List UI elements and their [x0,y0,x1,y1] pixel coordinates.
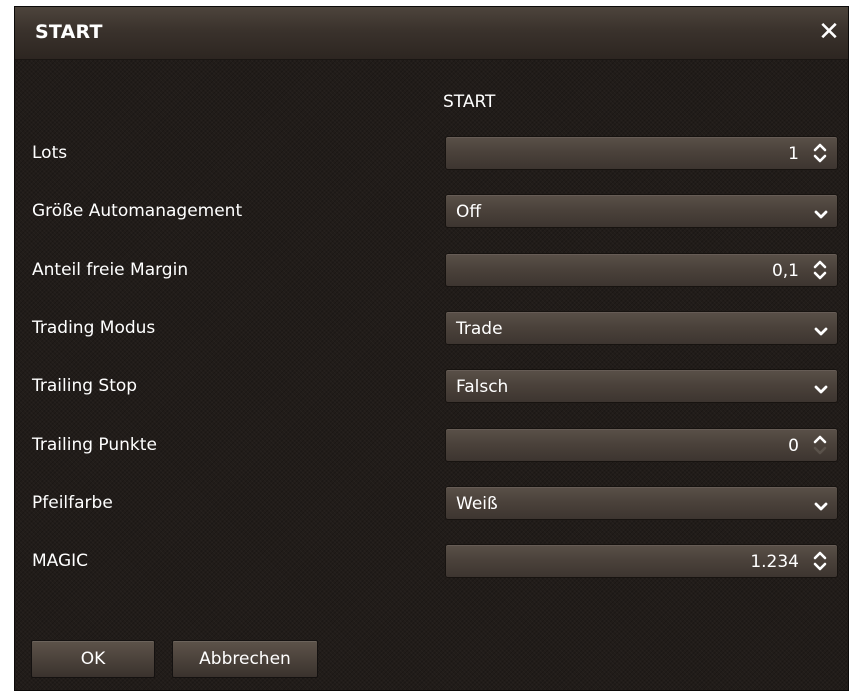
groesse-automanagement-value: Off [456,202,482,222]
lots-value: 1 [788,144,799,164]
field-row-magic: MAGIC 1.234 [15,542,848,582]
chevron-down-icon[interactable] [814,323,828,336]
chevron-down-icon[interactable] [814,206,828,219]
field-label-anteil-freie-margin: Anteil freie Margin [32,260,189,280]
trailing-stop-dropdown[interactable]: Falsch [445,369,838,403]
dialog-title: START [35,21,103,43]
spin-arrows-icon[interactable] [811,431,829,459]
field-row-trading-modus: Trading Modus Trade [15,309,848,349]
field-row-groesse-automanagement: Größe Automanagement Off [15,192,848,232]
trading-modus-dropdown[interactable]: Trade [445,311,838,345]
field-label-trailing-punkte: Trailing Punkte [32,435,157,455]
field-row-trailing-stop: Trailing Stop Falsch [15,367,848,407]
settings-dialog: START ✕ START Lots 1 Größe Automanagement… [14,6,849,691]
field-row-pfeilfarbe: Pfeilfarbe Weiß [15,484,848,524]
groesse-automanagement-dropdown[interactable]: Off [445,194,838,228]
field-row-trailing-punkte: Trailing Punkte 0 [15,426,848,466]
field-row-lots: Lots 1 [15,134,848,174]
chevron-down-icon[interactable] [814,498,828,511]
field-label-magic: MAGIC [32,551,89,571]
trailing-stop-value: Falsch [456,377,509,397]
lots-input[interactable]: 1 [445,136,838,170]
cancel-button[interactable]: Abbrechen [172,640,318,678]
magic-input[interactable]: 1.234 [445,544,838,578]
section-header: START [443,92,496,112]
field-label-lots: Lots [32,143,68,163]
anteil-freie-margin-input[interactable]: 0,1 [445,253,838,287]
spin-arrows-icon[interactable] [811,547,829,575]
field-row-anteil-freie-margin: Anteil freie Margin 0,1 [15,251,848,291]
anteil-freie-margin-value: 0,1 [771,261,799,281]
pfeilfarbe-value: Weiß [456,494,498,514]
trading-modus-value: Trade [456,319,503,339]
field-label-trading-modus: Trading Modus [32,318,156,338]
chevron-down-icon[interactable] [814,381,828,394]
magic-value: 1.234 [750,552,799,572]
field-label-trailing-stop: Trailing Stop [32,376,138,396]
close-button[interactable]: ✕ [814,17,844,47]
trailing-punkte-value: 0 [788,436,799,456]
title-bar: START ✕ [15,7,848,60]
field-label-groesse-automanagement: Größe Automanagement [32,201,243,221]
field-label-pfeilfarbe: Pfeilfarbe [32,493,113,513]
close-icon: ✕ [818,17,840,47]
trailing-punkte-input[interactable]: 0 [445,428,838,462]
pfeilfarbe-dropdown[interactable]: Weiß [445,486,838,520]
ok-button[interactable]: OK [31,640,155,678]
spin-arrows-icon[interactable] [811,139,829,167]
spin-arrows-icon[interactable] [811,256,829,284]
